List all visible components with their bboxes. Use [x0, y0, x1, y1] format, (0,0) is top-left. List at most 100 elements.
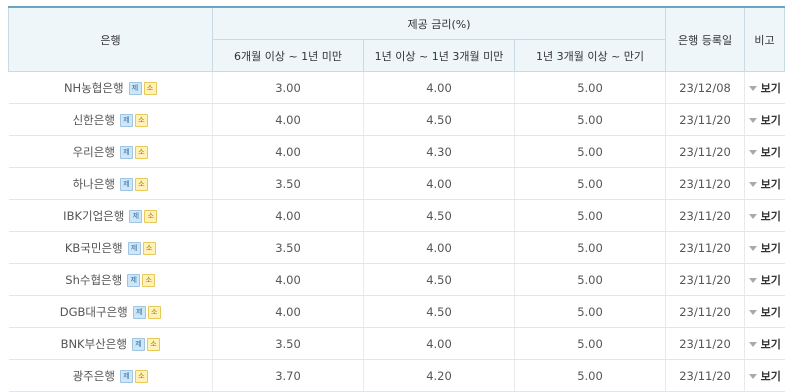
- badge-blue-icon[interactable]: 제: [119, 177, 133, 191]
- rate-period-1: 3.50: [212, 167, 364, 200]
- badge-yellow-icon[interactable]: 소: [146, 337, 160, 351]
- reg-date: 23/11/20: [665, 295, 745, 328]
- table-row: KB국민은행 제 소 3.50 4.00 5.00 23/11/20 보기: [8, 231, 785, 264]
- view-label: 보기: [760, 209, 781, 223]
- view-label: 보기: [760, 305, 781, 319]
- bank-name: 우리은행: [72, 144, 115, 159]
- badge-yellow-icon[interactable]: 소: [147, 305, 161, 319]
- badge-blue-icon[interactable]: 제: [119, 145, 133, 159]
- badge-yellow-icon[interactable]: 소: [134, 113, 148, 127]
- rate-period-3: 5.00: [513, 263, 666, 296]
- reg-date: 23/11/20: [665, 199, 745, 232]
- view-button[interactable]: 보기: [744, 231, 785, 264]
- badge-blue-icon[interactable]: 제: [132, 305, 146, 319]
- view-label: 보기: [760, 241, 781, 255]
- triangle-down-icon: [748, 150, 757, 155]
- reg-date: 23/12/08: [665, 71, 745, 104]
- reg-date: 23/11/20: [665, 231, 745, 264]
- rate-period-3: 5.00: [513, 359, 666, 392]
- bank-name: NH농협은행: [63, 80, 124, 95]
- rate-period-2: 4.50: [363, 263, 515, 296]
- rate-table: 은행 제공 금리(%) 은행 등록일 비고 6개월 이상 ~ 1년 미만 1년 …: [8, 6, 786, 392]
- view-label: 보기: [760, 369, 781, 383]
- rate-period-2: 4.30: [363, 135, 515, 168]
- rate-period-1: 3.50: [212, 231, 364, 264]
- view-label: 보기: [760, 145, 781, 159]
- badge-yellow-icon[interactable]: 소: [143, 81, 157, 95]
- view-label: 보기: [760, 337, 781, 351]
- view-button[interactable]: 보기: [744, 199, 785, 232]
- reg-date: 23/11/20: [665, 359, 745, 392]
- view-button[interactable]: 보기: [744, 135, 785, 168]
- rate-period-1: 4.00: [212, 103, 364, 136]
- triangle-down-icon: [748, 310, 757, 315]
- view-button[interactable]: 보기: [744, 327, 785, 360]
- bank-cell: 신한은행 제 소: [8, 103, 213, 136]
- badge-yellow-icon[interactable]: 소: [134, 145, 148, 159]
- table-row: 우리은행 제 소 4.00 4.30 5.00 23/11/20 보기: [8, 135, 785, 168]
- triangle-down-icon: [748, 86, 757, 91]
- rate-period-2: 4.50: [363, 295, 515, 328]
- badge-blue-icon[interactable]: 제: [129, 209, 143, 223]
- view-label: 보기: [760, 81, 781, 95]
- rate-period-3: 5.00: [513, 295, 666, 328]
- bank-cell: 광주은행 제 소: [8, 359, 213, 392]
- bank-name: KB국민은행: [64, 240, 123, 255]
- badge-blue-icon[interactable]: 제: [131, 337, 145, 351]
- header-bank: 은행: [8, 6, 213, 72]
- rate-period-3: 5.00: [513, 167, 666, 200]
- triangle-down-icon: [748, 246, 757, 251]
- table-row: DGB대구은행 제 소 4.00 4.50 5.00 23/11/20 보기: [8, 295, 785, 328]
- view-button[interactable]: 보기: [744, 263, 785, 296]
- rate-period-3: 5.00: [513, 103, 666, 136]
- triangle-down-icon: [748, 214, 757, 219]
- bank-name: DGB대구은행: [59, 304, 128, 319]
- rate-period-1: 4.00: [212, 135, 364, 168]
- badge-blue-icon[interactable]: 제: [127, 273, 141, 287]
- view-button[interactable]: 보기: [744, 71, 785, 104]
- badge-yellow-icon[interactable]: 소: [144, 209, 158, 223]
- reg-date: 23/11/20: [665, 103, 745, 136]
- bank-cell: 하나은행 제 소: [8, 167, 213, 200]
- rate-period-3: 5.00: [513, 135, 666, 168]
- badge-blue-icon[interactable]: 제: [119, 369, 133, 383]
- rate-period-1: 3.70: [212, 359, 364, 392]
- bank-cell: NH농협은행 제 소: [8, 71, 213, 104]
- badge-yellow-icon[interactable]: 소: [134, 177, 148, 191]
- rate-period-1: 4.00: [212, 263, 364, 296]
- view-button[interactable]: 보기: [744, 359, 785, 392]
- view-label: 보기: [760, 177, 781, 191]
- rate-period-3: 5.00: [513, 327, 666, 360]
- header-period-3: 1년 3개월 이상 ~ 만기: [513, 39, 667, 72]
- header-period-2: 1년 이상 ~ 1년 3개월 미만: [363, 39, 515, 72]
- view-button[interactable]: 보기: [744, 295, 785, 328]
- badge-blue-icon[interactable]: 제: [119, 113, 133, 127]
- bank-name: 하나은행: [72, 176, 115, 191]
- badge-yellow-icon[interactable]: 소: [142, 273, 156, 287]
- bank-cell: KB국민은행 제 소: [8, 231, 213, 264]
- view-button[interactable]: 보기: [744, 103, 785, 136]
- bank-cell: BNK부산은행 제 소: [8, 327, 213, 360]
- header-note: 비고: [744, 6, 786, 72]
- view-button[interactable]: 보기: [744, 167, 785, 200]
- triangle-down-icon: [748, 342, 757, 347]
- rate-period-3: 5.00: [513, 71, 666, 104]
- rate-period-3: 5.00: [513, 231, 666, 264]
- bank-cell: DGB대구은행 제 소: [8, 295, 213, 328]
- rate-period-1: 3.00: [212, 71, 364, 104]
- badge-blue-icon[interactable]: 제: [128, 81, 142, 95]
- rate-period-2: 4.50: [363, 103, 515, 136]
- bank-cell: IBK기업은행 제 소: [8, 199, 213, 232]
- rate-period-2: 4.00: [363, 327, 515, 360]
- badge-yellow-icon[interactable]: 소: [142, 241, 156, 255]
- triangle-down-icon: [748, 374, 757, 379]
- table-row: 광주은행 제 소 3.70 4.20 5.00 23/11/20 보기: [8, 359, 785, 392]
- view-label: 보기: [760, 113, 781, 127]
- reg-date: 23/11/20: [665, 167, 745, 200]
- header-reg-date: 은행 등록일: [665, 6, 746, 72]
- badge-yellow-icon[interactable]: 소: [134, 369, 148, 383]
- bank-name: Sh수협은행: [65, 272, 123, 287]
- badge-blue-icon[interactable]: 제: [127, 241, 141, 255]
- bank-name: 신한은행: [72, 112, 115, 127]
- table-row: NH농협은행 제 소 3.00 4.00 5.00 23/12/08 보기: [8, 71, 785, 104]
